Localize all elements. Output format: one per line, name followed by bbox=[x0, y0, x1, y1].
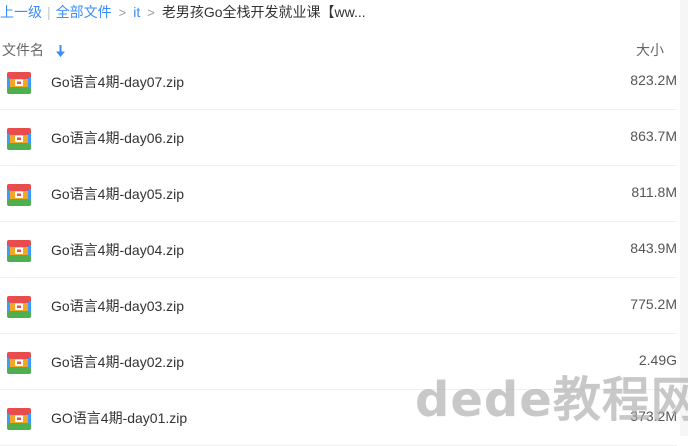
watermark: dede教程网 bbox=[415, 372, 688, 428]
zip-archive-icon bbox=[7, 184, 31, 206]
zip-archive-icon bbox=[7, 240, 31, 262]
breadcrumb-folder-link[interactable]: it bbox=[133, 4, 140, 20]
file-row[interactable]: Go语言4期-day07.zip 823.2M bbox=[0, 54, 677, 110]
file-row[interactable]: Go语言4期-day03.zip 775.2M bbox=[0, 278, 677, 334]
zip-archive-icon bbox=[7, 408, 31, 430]
breadcrumb-arrow: > bbox=[118, 4, 127, 20]
file-name[interactable]: Go语言4期-day03.zip bbox=[51, 296, 184, 316]
breadcrumb-arrow: > bbox=[147, 4, 155, 20]
file-name[interactable]: Go语言4期-day04.zip bbox=[51, 240, 184, 260]
zip-archive-icon bbox=[7, 352, 31, 374]
breadcrumb-back-link[interactable]: 上一级 bbox=[0, 2, 42, 22]
file-size: 823.2M bbox=[630, 72, 677, 88]
file-size: 843.9M bbox=[630, 240, 677, 256]
file-name[interactable]: Go语言4期-day06.zip bbox=[51, 128, 184, 148]
file-row[interactable]: Go语言4期-day05.zip 811.8M bbox=[0, 166, 677, 222]
file-name[interactable]: Go语言4期-day07.zip bbox=[51, 72, 184, 92]
file-name[interactable]: Go语言4期-day02.zip bbox=[51, 352, 184, 372]
file-size: 863.7M bbox=[630, 128, 677, 144]
file-name[interactable]: Go语言4期-day05.zip bbox=[51, 184, 184, 204]
zip-archive-icon bbox=[7, 72, 31, 94]
breadcrumb-separator: | bbox=[47, 4, 51, 20]
breadcrumb: 上一级 | 全部文件 > it > 老男孩Go全栈开发就业课【ww... bbox=[0, 0, 688, 24]
breadcrumb-all-files-link[interactable]: 全部文件 bbox=[56, 2, 112, 22]
file-size: 775.2M bbox=[630, 296, 677, 312]
file-size: 811.8M bbox=[631, 184, 677, 200]
zip-archive-icon bbox=[7, 128, 31, 150]
file-name[interactable]: GO语言4期-day01.zip bbox=[51, 408, 187, 428]
breadcrumb-current-folder: 老男孩Go全栈开发就业课【ww... bbox=[161, 4, 366, 20]
file-row[interactable]: Go语言4期-day04.zip 843.9M bbox=[0, 222, 677, 278]
zip-archive-icon bbox=[7, 296, 31, 318]
file-row[interactable]: Go语言4期-day06.zip 863.7M bbox=[0, 110, 677, 166]
